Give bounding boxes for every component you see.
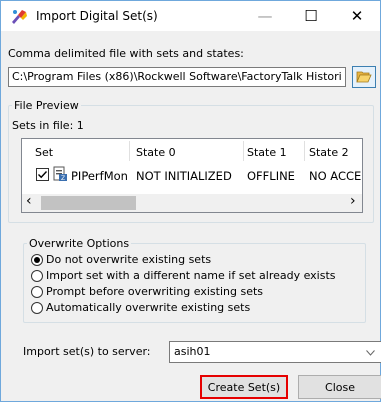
option-label[interactable]: Do not overwrite existing sets bbox=[46, 253, 211, 266]
radio-auto-overwrite[interactable] bbox=[31, 302, 43, 314]
file-preview-legend: File Preview bbox=[12, 99, 81, 112]
cell-set-name: PIPerfMon bbox=[71, 169, 128, 183]
scroll-right-arrow-icon[interactable]: › bbox=[350, 193, 356, 209]
title-bar: Import Digital Set(s) — ☐ ✕ bbox=[1, 1, 380, 31]
server-label: Import set(s) to server: bbox=[23, 345, 151, 358]
digital-set-icon: Z bbox=[53, 166, 67, 182]
create-sets-button[interactable]: Create Set(s) bbox=[200, 375, 288, 399]
option-label[interactable]: Import set with a different name if set … bbox=[46, 269, 336, 282]
server-select[interactable]: asih01 bbox=[169, 341, 381, 363]
digital-set-app-icon bbox=[12, 10, 27, 24]
radio-prompt-before-overwrite[interactable] bbox=[31, 286, 43, 298]
horizontal-scrollbar[interactable]: ‹ › bbox=[22, 193, 362, 212]
overwrite-options-legend: Overwrite Options bbox=[27, 237, 132, 250]
table-row[interactable]: Z PIPerfMon NOT INITIALIZED OFFLINE NO A… bbox=[22, 139, 362, 194]
cell-state-0: NOT INITIALIZED bbox=[136, 169, 232, 183]
radio-import-different-name[interactable] bbox=[31, 270, 43, 282]
option-label[interactable]: Prompt before overwriting existing sets bbox=[46, 285, 263, 298]
row-checkbox[interactable] bbox=[36, 168, 49, 181]
sets-in-file-count: Sets in file: 1 bbox=[12, 119, 84, 132]
close-button[interactable]: Close bbox=[298, 375, 381, 399]
close-window-button[interactable]: ✕ bbox=[334, 1, 380, 31]
server-select-value: asih01 bbox=[174, 345, 211, 358]
svg-text:Z: Z bbox=[61, 175, 65, 182]
file-path-label: Comma delimited file with sets and state… bbox=[8, 47, 244, 60]
radio-do-not-overwrite[interactable] bbox=[31, 254, 43, 266]
maximize-button[interactable]: ☐ bbox=[288, 1, 334, 31]
window-title: Import Digital Set(s) bbox=[36, 9, 158, 23]
minimize-button[interactable]: — bbox=[242, 1, 288, 31]
browse-file-button[interactable] bbox=[352, 66, 376, 88]
file-path-input[interactable]: C:\Program Files (x86)\Rockwell Software… bbox=[8, 67, 346, 87]
folder-open-icon bbox=[356, 71, 372, 83]
cell-state-2: NO ACCESS bbox=[309, 169, 362, 183]
cell-state-1: OFFLINE bbox=[247, 169, 295, 183]
option-label[interactable]: Automatically overwrite existing sets bbox=[46, 301, 250, 314]
scroll-left-arrow-icon[interactable]: ‹ bbox=[26, 193, 32, 209]
sets-preview-grid[interactable]: Set State 0 State 1 State 2 Z PIPerfMon … bbox=[21, 138, 363, 213]
scrollbar-thumb[interactable] bbox=[41, 196, 136, 210]
chevron-down-icon bbox=[366, 350, 375, 356]
import-digital-sets-dialog: Import Digital Set(s) — ☐ ✕ Comma delimi… bbox=[0, 0, 381, 402]
